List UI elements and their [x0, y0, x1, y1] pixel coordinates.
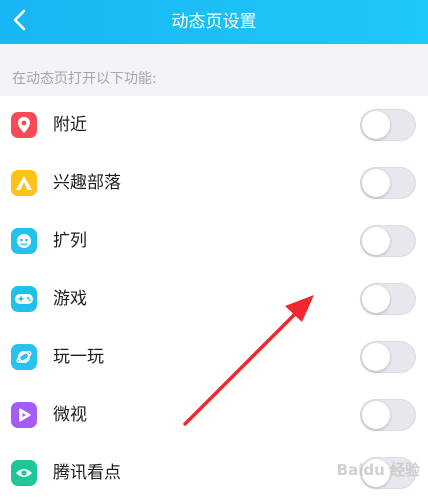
- toggle-knob: [362, 111, 390, 139]
- feature-label: 扩列: [53, 231, 87, 251]
- feature-label: 腾讯看点: [53, 463, 121, 483]
- feature-list: 附近 兴趣部落 扩列 游戏 玩一玩 微视 腾讯看点: [0, 96, 428, 502]
- toggle-knob: [362, 227, 390, 255]
- watermark: Baidu 经验: [336, 461, 420, 479]
- section-header: 在动态页打开以下功能:: [0, 44, 428, 96]
- feature-label: 微视: [53, 405, 87, 425]
- location-pin-icon: [11, 112, 37, 138]
- feature-row-interest-tribe: 兴趣部落: [0, 154, 428, 212]
- feature-row-games: 游戏: [0, 270, 428, 328]
- tribe-tent-icon: [11, 170, 37, 196]
- toggle-nearby[interactable]: [360, 109, 416, 141]
- toggle-knob: [362, 343, 390, 371]
- page-title: 动态页设置: [171, 12, 257, 32]
- feature-row-weishi: 微视: [0, 386, 428, 444]
- feature-row-expand-friends: 扩列: [0, 212, 428, 270]
- gamepad-icon: [11, 286, 37, 312]
- feature-row-play: 玩一玩: [0, 328, 428, 386]
- eye-icon: [11, 460, 37, 486]
- play-triangle-icon: [11, 402, 37, 428]
- toggle-expand-friends[interactable]: [360, 225, 416, 257]
- feature-label: 玩一玩: [53, 347, 104, 367]
- planet-icon: [11, 344, 37, 370]
- toggle-play[interactable]: [360, 341, 416, 373]
- toggle-weishi[interactable]: [360, 399, 416, 431]
- expand-friends-icon: [11, 228, 37, 254]
- feature-row-nearby: 附近: [0, 96, 428, 154]
- toggle-games[interactable]: [360, 283, 416, 315]
- toggle-knob: [362, 401, 390, 429]
- toggle-knob: [362, 285, 390, 313]
- toggle-knob: [362, 169, 390, 197]
- feature-label: 兴趣部落: [53, 173, 121, 193]
- toggle-interest-tribe[interactable]: [360, 167, 416, 199]
- feature-label: 游戏: [53, 289, 87, 309]
- title-bar: 动态页设置: [0, 0, 428, 44]
- feature-label: 附近: [53, 115, 87, 135]
